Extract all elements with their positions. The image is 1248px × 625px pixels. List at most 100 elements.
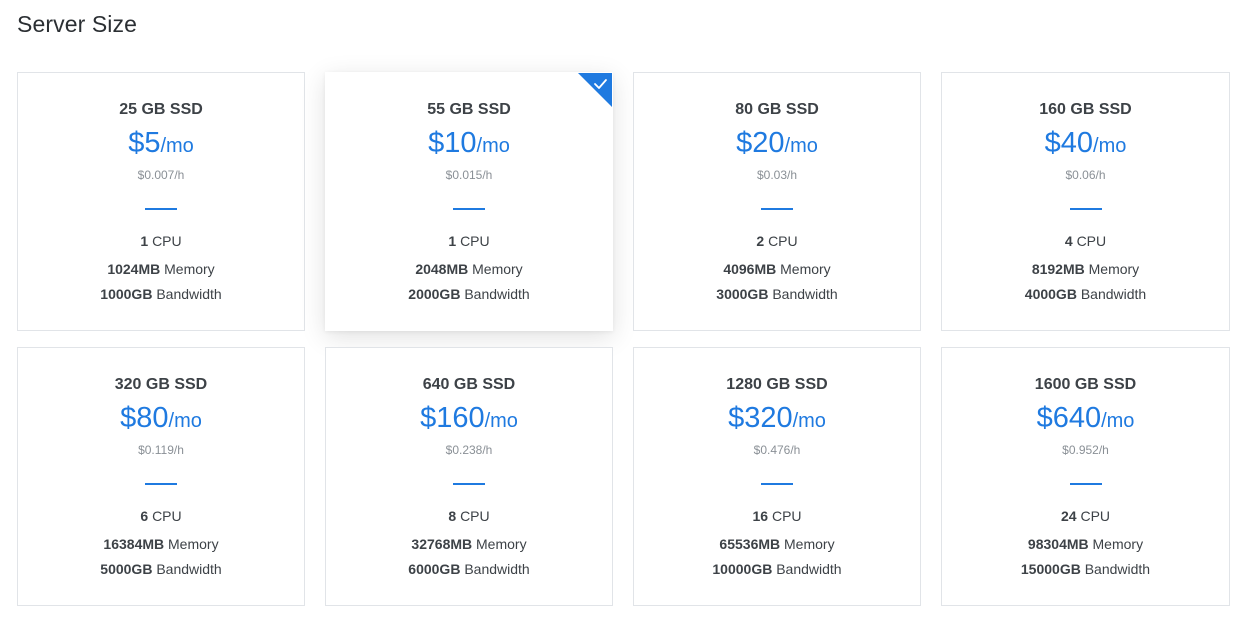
plan-memory-value: 2048MB xyxy=(415,261,469,277)
plan-memory-value: 1024MB xyxy=(107,261,161,277)
plan-price-unit: /mo xyxy=(484,410,518,432)
plan-price: $10/mo xyxy=(326,125,612,166)
plan-bandwidth-value: 2000GB xyxy=(408,286,461,302)
plan-cpu: 24 CPU xyxy=(942,507,1229,525)
page-title: Server Size xyxy=(17,11,137,37)
plan-memory-label: Memory xyxy=(1092,536,1144,552)
plan-cpu-value: 2 xyxy=(756,233,765,249)
plan-memory-label: Memory xyxy=(476,536,527,552)
plan-bandwidth-label: Bandwidth xyxy=(776,561,842,577)
plan-price-amount: $20 xyxy=(736,127,785,159)
plan-hourly-price: $0.476/h xyxy=(753,443,801,457)
plan-card-8[interactable]: 1600 GB SSD $640/mo $0.952/h 24 CPU 9830… xyxy=(941,347,1230,606)
plan-storage: 55 GB SSD xyxy=(427,101,511,118)
plan-memory: 2048MB Memory xyxy=(326,260,612,278)
plan-bandwidth-value: 10000GB xyxy=(712,561,773,577)
plan-memory: 65536MB Memory xyxy=(634,535,920,553)
plan-cpu-label: CPU xyxy=(1076,233,1107,249)
plan-price-amount: $5 xyxy=(128,127,161,159)
plan-memory-value: 4096MB xyxy=(723,261,777,277)
plan-price: $320/mo xyxy=(634,400,920,441)
plan-bandwidth-label: Bandwidth xyxy=(1080,286,1147,302)
plan-card-2[interactable]: 55 GB SSD $10/mo $0.015/h 1 CPU 2048MB M… xyxy=(325,72,613,331)
plan-card-5[interactable]: 320 GB SSD $80/mo $0.119/h 6 CPU 16384MB… xyxy=(17,347,305,606)
plan-memory-value: 8192MB xyxy=(1031,261,1085,277)
plan-cpu-label: CPU xyxy=(152,233,182,249)
plan-storage: 25 GB SSD xyxy=(119,101,203,118)
plan-hourly-price: $0.06/h xyxy=(1065,168,1106,182)
plan-divider xyxy=(145,208,177,210)
plan-memory-label: Memory xyxy=(472,261,523,277)
plan-card-4[interactable]: 160 GB SSD $40/mo $0.06/h 4 CPU 8192MB M… xyxy=(941,72,1230,331)
plan-memory-label: Memory xyxy=(1088,261,1140,277)
plan-cpu-value: 1 xyxy=(448,233,457,249)
plan-memory: 16384MB Memory xyxy=(18,535,304,553)
plan-storage: 80 GB SSD xyxy=(735,101,819,118)
plan-cpu: 1 CPU xyxy=(18,232,304,250)
plan-hourly-price: $0.007/h xyxy=(137,168,185,182)
plan-price-unit: /mo xyxy=(1093,135,1127,157)
plan-hourly-price: $0.119/h xyxy=(138,443,184,457)
plan-cpu: 8 CPU xyxy=(326,507,612,525)
plan-memory-label: Memory xyxy=(784,536,835,552)
plan-divider xyxy=(453,208,485,210)
plan-divider xyxy=(453,483,485,485)
plan-bandwidth: 10000GB Bandwidth xyxy=(634,560,920,578)
plan-bandwidth: 15000GB Bandwidth xyxy=(942,560,1229,578)
plan-hourly-price: $0.238/h xyxy=(445,443,493,457)
plan-bandwidth: 1000GB Bandwidth xyxy=(18,285,304,303)
plan-cpu-label: CPU xyxy=(460,508,490,524)
plan-price-amount: $40 xyxy=(1044,127,1094,159)
plan-price-unit: /mo xyxy=(160,135,194,157)
selected-check-icon xyxy=(578,73,612,107)
plan-bandwidth-value: 3000GB xyxy=(716,286,769,302)
plan-price-amount: $640 xyxy=(1036,402,1102,434)
plan-cpu: 1 CPU xyxy=(326,232,612,250)
plan-cpu: 6 CPU xyxy=(18,507,304,525)
plan-price-amount: $160 xyxy=(420,402,485,434)
plan-memory-value: 32768MB xyxy=(411,536,473,552)
plan-cpu-label: CPU xyxy=(771,508,802,524)
plan-memory: 32768MB Memory xyxy=(326,535,612,553)
plan-price-unit: /mo xyxy=(476,135,510,157)
plan-divider xyxy=(145,483,177,485)
plan-bandwidth-label: Bandwidth xyxy=(772,286,838,302)
plan-storage: 160 GB SSD xyxy=(1039,101,1132,118)
plan-bandwidth-label: Bandwidth xyxy=(1084,561,1151,577)
plan-cpu-value: 4 xyxy=(1064,233,1073,249)
plan-storage: 320 GB SSD xyxy=(114,376,208,393)
plan-bandwidth-value: 5000GB xyxy=(100,561,153,577)
server-size-grid: 25 GB SSD $5/mo $0.007/h 1 CPU 1024MB Me… xyxy=(17,72,1230,606)
plan-cpu: 4 CPU xyxy=(942,232,1229,250)
plan-card-6[interactable]: 640 GB SSD $160/mo $0.238/h 8 CPU 32768M… xyxy=(325,347,613,606)
plan-cpu-label: CPU xyxy=(768,233,798,249)
plan-bandwidth-value: 6000GB xyxy=(408,561,461,577)
plan-bandwidth-label: Bandwidth xyxy=(464,286,530,302)
plan-cpu-label: CPU xyxy=(1080,508,1111,524)
plan-bandwidth-value: 1000GB xyxy=(100,286,153,302)
plan-hourly-price: $0.015/h xyxy=(445,168,493,182)
plan-card-1[interactable]: 25 GB SSD $5/mo $0.007/h 1 CPU 1024MB Me… xyxy=(17,72,305,331)
plan-price-amount: $80 xyxy=(120,402,169,434)
plan-card-3[interactable]: 80 GB SSD $20/mo $0.03/h 2 CPU 4096MB Me… xyxy=(633,72,921,331)
plan-price-amount: $10 xyxy=(428,127,477,159)
plan-cpu-label: CPU xyxy=(460,233,490,249)
plan-price: $640/mo xyxy=(942,400,1229,441)
plan-bandwidth-value: 4000GB xyxy=(1024,286,1077,302)
plan-storage: 640 GB SSD xyxy=(422,376,516,393)
plan-bandwidth: 5000GB Bandwidth xyxy=(18,560,304,578)
plan-price-unit: /mo xyxy=(792,410,826,432)
plan-price: $5/mo xyxy=(18,125,304,166)
plan-memory-label: Memory xyxy=(168,536,219,552)
plan-hourly-price: $0.03/h xyxy=(756,168,798,182)
plan-memory: 1024MB Memory xyxy=(18,260,304,278)
plan-bandwidth-label: Bandwidth xyxy=(464,561,530,577)
plan-cpu-value: 24 xyxy=(1060,508,1077,524)
plan-storage: 1600 GB SSD xyxy=(1034,376,1137,393)
plan-memory: 8192MB Memory xyxy=(942,260,1229,278)
plan-card-7[interactable]: 1280 GB SSD $320/mo $0.476/h 16 CPU 6553… xyxy=(633,347,921,606)
plan-bandwidth: 6000GB Bandwidth xyxy=(326,560,612,578)
plan-cpu-value: 1 xyxy=(140,233,149,249)
plan-bandwidth: 3000GB Bandwidth xyxy=(634,285,920,303)
plan-price-unit: /mo xyxy=(168,410,202,432)
